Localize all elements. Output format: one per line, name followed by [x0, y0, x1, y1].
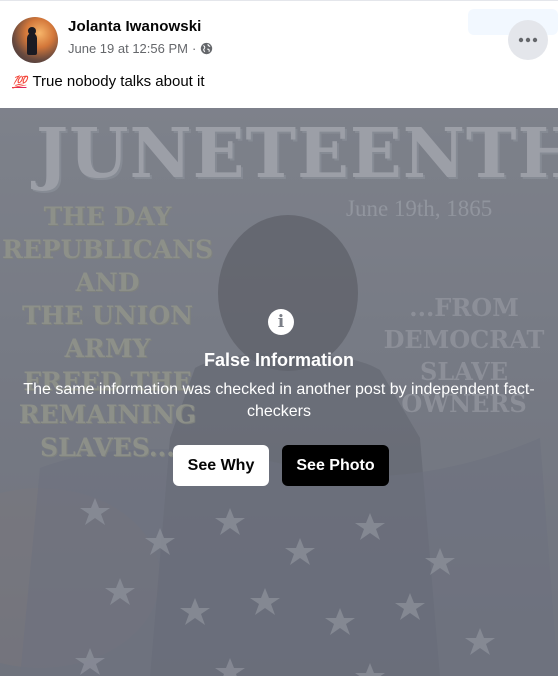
post-meta: June 19 at 12:56 PM · — [68, 41, 213, 56]
post-timestamp[interactable]: June 19 at 12:56 PM — [68, 41, 188, 56]
facebook-post: Jolanta Iwanowski June 19 at 12:56 PM · … — [0, 0, 558, 676]
see-photo-button[interactable]: See Photo — [282, 445, 389, 486]
false-information-description: The same information was checked in anot… — [23, 381, 535, 420]
more-options-button[interactable] — [508, 20, 548, 60]
info-icon: i — [268, 309, 294, 335]
hundred-points-emoji: 💯 — [12, 74, 27, 89]
meta-separator: · — [191, 41, 197, 56]
post-media[interactable]: JUNETEENTH June 19th, 1865 THE DAY REPUB… — [0, 108, 558, 676]
post-caption: 💯 True nobody talks about it — [12, 73, 205, 90]
see-why-button[interactable]: See Why — [173, 445, 269, 486]
caption-text: True nobody talks about it — [32, 73, 205, 90]
author-name[interactable]: Jolanta Iwanowski — [68, 18, 201, 35]
avatar[interactable] — [12, 17, 58, 63]
false-information-title: False Information — [203, 350, 355, 370]
globe-icon[interactable] — [200, 42, 213, 55]
more-horizontal-icon — [518, 37, 538, 43]
